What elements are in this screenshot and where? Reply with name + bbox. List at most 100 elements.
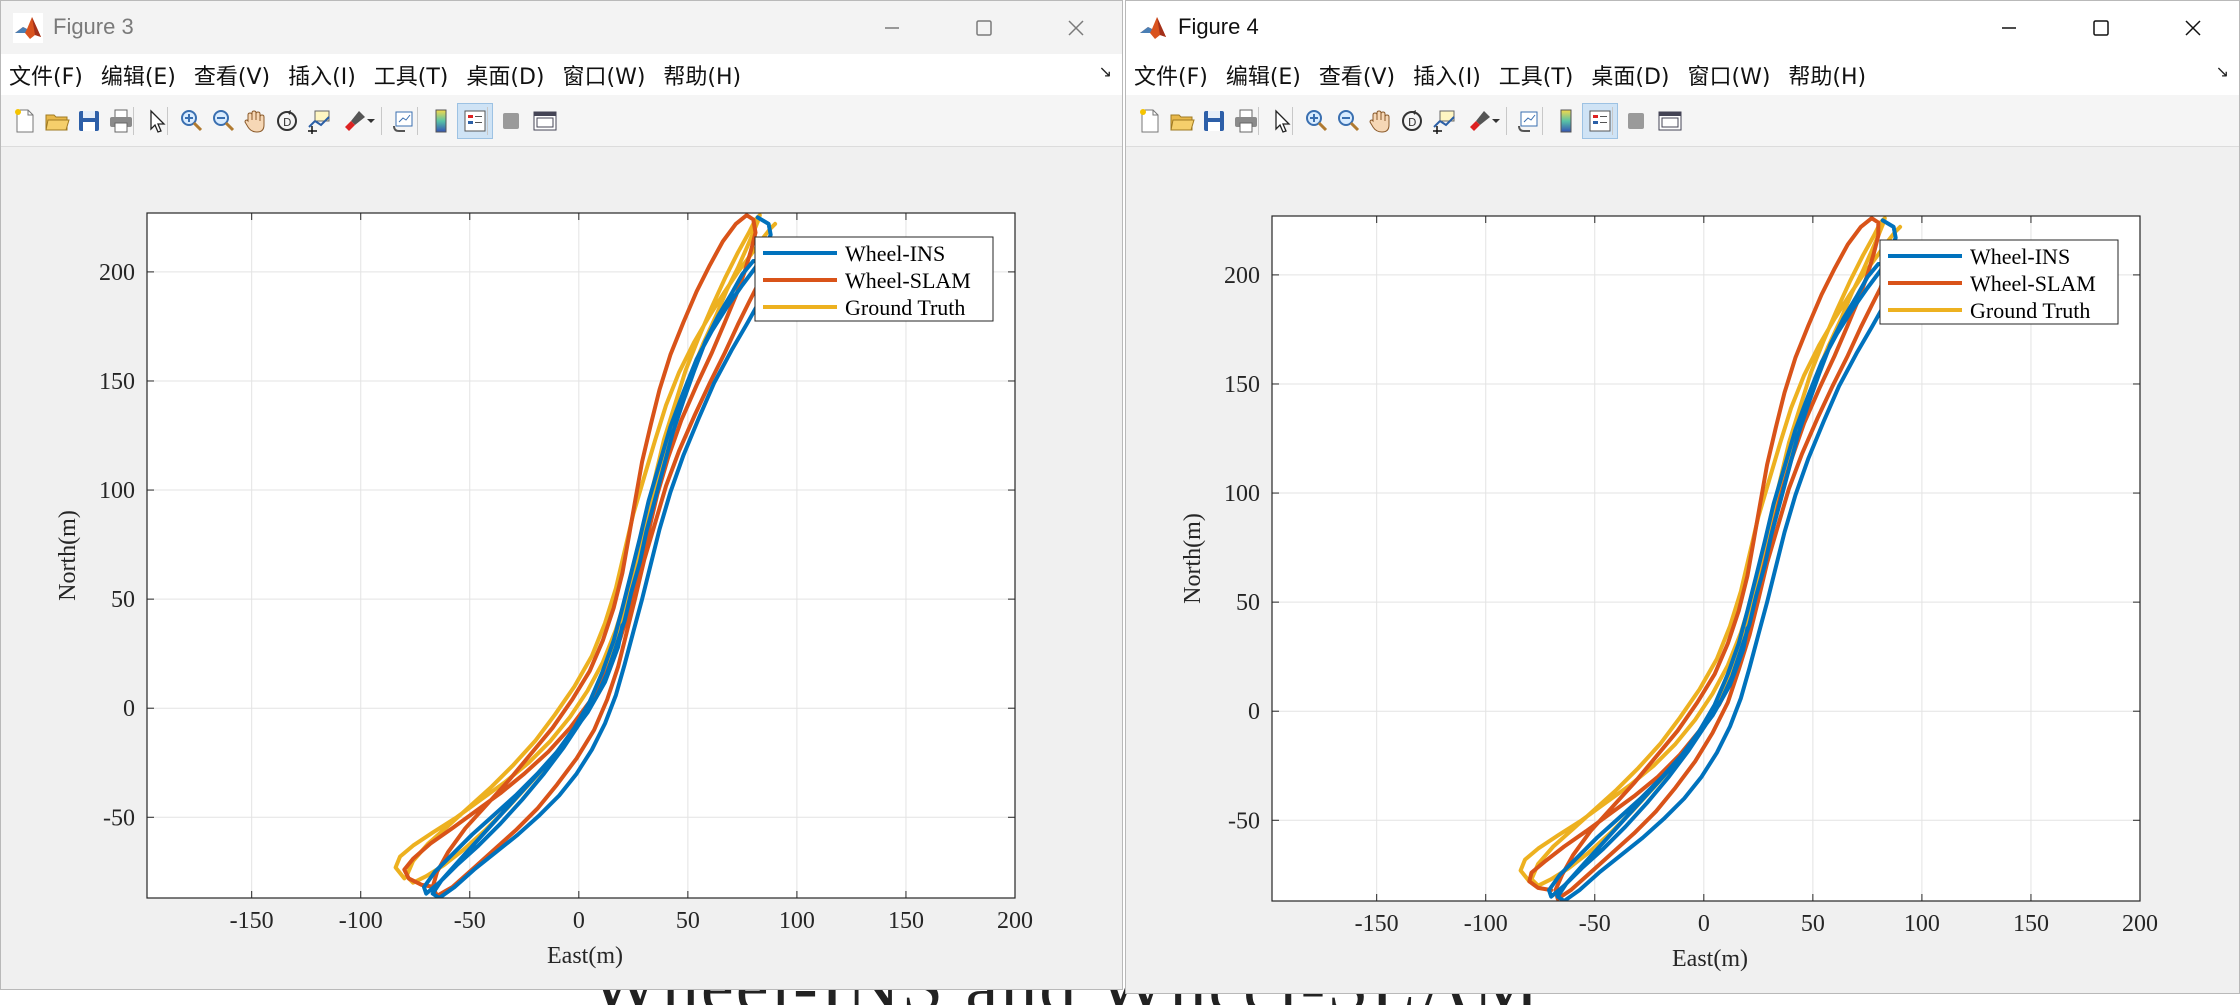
menu-item-7[interactable]: 帮助(H) bbox=[1788, 59, 1866, 91]
show-plot-tools-button[interactable] bbox=[527, 103, 563, 139]
figure-4-window: Figure 4 文件(F) 编辑(E) 查看(V) 插入(I) 工具(T) 桌面(D) 窗… bbox=[1125, 0, 2240, 994]
close-icon bbox=[2185, 19, 2201, 36]
x-tick-label: 150 bbox=[888, 908, 924, 934]
menu-item-6[interactable]: 窗口(W) bbox=[1688, 59, 1771, 91]
figure-toolbar: D bbox=[1126, 95, 2239, 147]
minimize-icon bbox=[885, 26, 899, 29]
y-axis-label: North(m) bbox=[55, 510, 81, 601]
menu-item-4[interactable]: 工具(T) bbox=[374, 59, 449, 91]
menu-item-7[interactable]: 帮助(H) bbox=[663, 59, 741, 91]
menu-item-5[interactable]: 桌面(D) bbox=[1591, 59, 1669, 91]
zoom-out-icon bbox=[213, 110, 235, 132]
toolbar-separator bbox=[1542, 107, 1543, 135]
figure-toolbar: D bbox=[1, 95, 1122, 147]
menu-item-1[interactable]: 编辑(E) bbox=[1226, 59, 1301, 91]
zoom-in-icon bbox=[181, 110, 203, 132]
data-cursor-button[interactable] bbox=[1426, 103, 1462, 139]
svg-text:D: D bbox=[1408, 116, 1416, 129]
trajectory-plot[interactable]: -150 -100 -50 0 50 100 150 200 -50 0 50 100 150 200 Ea… bbox=[1, 147, 1122, 990]
pan-hand-button[interactable] bbox=[237, 103, 273, 139]
zoom-in-button[interactable] bbox=[1298, 103, 1334, 139]
matlab-logo-icon bbox=[1138, 13, 1168, 43]
legend-icon bbox=[1589, 110, 1611, 132]
menu-bar: 文件(F) 编辑(E) 查看(V) 插入(I) 工具(T) 桌面(D) 窗口(W) 帮助(H)… bbox=[1126, 54, 2239, 95]
menu-item-0[interactable]: 文件(F) bbox=[1134, 59, 1208, 91]
colorbar-button[interactable] bbox=[423, 103, 459, 139]
open-file-icon bbox=[1170, 114, 1195, 131]
close-icon bbox=[1068, 19, 1084, 36]
menu-item-4[interactable]: 工具(T) bbox=[1499, 59, 1574, 91]
x-tick-label: -150 bbox=[230, 908, 274, 934]
open-file-button[interactable] bbox=[39, 103, 75, 139]
link-plot-icon bbox=[1518, 111, 1538, 132]
brush-dropdown-button[interactable] bbox=[365, 103, 377, 139]
menu-item-3[interactable]: 插入(I) bbox=[288, 59, 356, 91]
legend-label: Ground Truth bbox=[845, 295, 965, 320]
legend-label: Wheel-SLAM bbox=[1970, 271, 2096, 296]
select-arrow-button[interactable] bbox=[1264, 103, 1300, 139]
open-file-button[interactable] bbox=[1164, 103, 1200, 139]
figure-canvas[interactable]: -150 -100 -50 0 50 100 150 200 -50 0 50 100 150 200 Ea… bbox=[1, 147, 1122, 989]
new-figure-button[interactable] bbox=[1132, 103, 1168, 139]
menu-item-6[interactable]: 窗口(W) bbox=[563, 59, 646, 91]
window-title: Figure 4 bbox=[1178, 14, 1259, 39]
legend-icon bbox=[464, 110, 486, 132]
maximize-button[interactable] bbox=[2055, 1, 2147, 54]
new-figure-icon bbox=[15, 109, 34, 133]
maximize-button[interactable] bbox=[938, 1, 1030, 54]
title-bar[interactable]: Figure 4 bbox=[1126, 1, 2239, 54]
toolbar-separator bbox=[1292, 107, 1293, 135]
new-figure-button[interactable] bbox=[7, 103, 43, 139]
colorbar-button[interactable] bbox=[1548, 103, 1584, 139]
save-icon bbox=[79, 111, 99, 131]
zoom-out-button[interactable] bbox=[1330, 103, 1366, 139]
x-tick-label: 100 bbox=[779, 908, 815, 934]
legend-label: Ground Truth bbox=[1970, 298, 2090, 323]
show-plot-tools-button[interactable] bbox=[1652, 103, 1688, 139]
x-tick-label: 50 bbox=[676, 908, 700, 934]
x-axis-label: East(m) bbox=[1672, 946, 1748, 972]
minimize-button[interactable] bbox=[846, 1, 938, 54]
zoom-out-button[interactable] bbox=[205, 103, 241, 139]
title-bar[interactable]: Figure 3 bbox=[1, 1, 1122, 54]
toolbar-separator bbox=[167, 107, 168, 135]
data-cursor-button[interactable] bbox=[301, 103, 337, 139]
close-button[interactable] bbox=[1030, 1, 1122, 54]
dock-arrow-icon[interactable]: ↘ bbox=[1099, 62, 1112, 82]
legend[interactable]: Wheel-INSWheel-SLAMGround Truth bbox=[754, 236, 994, 322]
pan-hand-button[interactable] bbox=[1362, 103, 1398, 139]
minimize-button[interactable] bbox=[1963, 1, 2055, 54]
menu-item-2[interactable]: 查看(V) bbox=[1319, 59, 1395, 91]
rotate-3d-button[interactable]: D bbox=[269, 103, 305, 139]
close-button[interactable] bbox=[2147, 1, 2239, 54]
menu-item-5[interactable]: 桌面(D) bbox=[466, 59, 544, 91]
pan-hand-icon bbox=[1369, 110, 1390, 133]
save-button[interactable] bbox=[71, 103, 107, 139]
menu-item-2[interactable]: 查看(V) bbox=[194, 59, 270, 91]
menu-item-3[interactable]: 插入(I) bbox=[1413, 59, 1481, 91]
trajectory-plot[interactable]: -150 -100 -50 0 50 100 150 200 -50 0 50 100 150 200 Ea… bbox=[1126, 147, 2239, 994]
minimize-icon bbox=[2002, 26, 2016, 29]
hide-plot-tools-button[interactable] bbox=[493, 103, 529, 139]
figure-canvas[interactable]: -150 -100 -50 0 50 100 150 200 -50 0 50 100 150 200 Ea… bbox=[1126, 147, 2239, 993]
hide-plot-tools-button[interactable] bbox=[1618, 103, 1654, 139]
pan-hand-icon bbox=[244, 110, 265, 133]
brush-dropdown-button[interactable] bbox=[1490, 103, 1502, 139]
select-arrow-button[interactable] bbox=[139, 103, 175, 139]
menu-item-1[interactable]: 编辑(E) bbox=[101, 59, 176, 91]
x-axis-label: East(m) bbox=[547, 943, 623, 969]
toolbar-separator bbox=[417, 107, 418, 135]
open-file-icon bbox=[45, 114, 70, 131]
legend-label: Wheel-INS bbox=[845, 241, 945, 266]
rotate-3d-button[interactable]: D bbox=[1394, 103, 1430, 139]
rotate-3d-icon: D bbox=[277, 110, 297, 131]
y-tick-label: 150 bbox=[99, 369, 135, 395]
x-tick-label: -150 bbox=[1355, 911, 1399, 937]
x-tick-label: 0 bbox=[1698, 911, 1710, 937]
y-tick-label: 0 bbox=[1248, 699, 1260, 725]
save-button[interactable] bbox=[1196, 103, 1232, 139]
dock-arrow-icon[interactable]: ↘ bbox=[2216, 62, 2229, 82]
zoom-in-button[interactable] bbox=[173, 103, 209, 139]
legend[interactable]: Wheel-INSWheel-SLAMGround Truth bbox=[1879, 239, 2119, 325]
menu-item-0[interactable]: 文件(F) bbox=[9, 59, 83, 91]
